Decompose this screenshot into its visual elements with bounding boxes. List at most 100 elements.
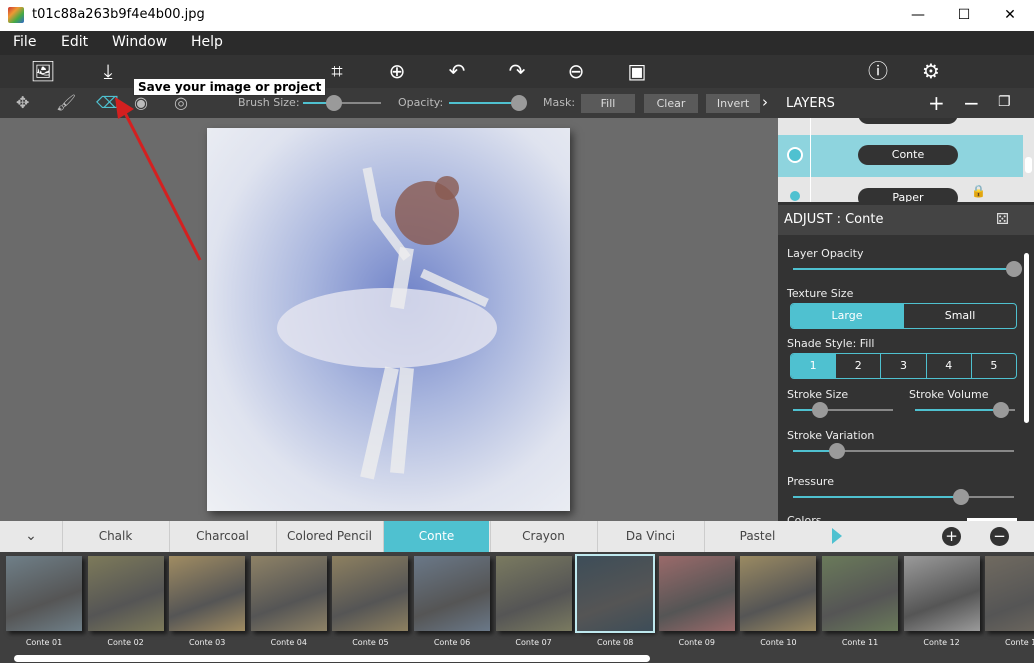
stroke-size-label: Stroke Size [787,388,849,401]
layer-opacity-slider[interactable] [793,261,1022,277]
brush-icon[interactable]: 🖌 [56,93,76,112]
shade-option-5[interactable]: 5 [972,354,1016,378]
preset-thumbnail[interactable] [495,556,572,631]
opacity-slider[interactable] [449,95,527,111]
title-bar: t01c88a263b9f4e4b00.jpg — ☐ ✕ [0,0,1034,31]
settings-icon[interactable]: ⚙ [918,59,944,83]
shade-style-label: Shade Style: Fill [787,337,875,350]
tab-crayon[interactable]: Crayon [490,521,596,552]
adjust-scrollbar[interactable] [1024,253,1029,423]
preset-label: Conte 04 [270,638,307,647]
menu-bar: File Edit Window Help [0,31,1034,55]
preset-label: Conte 05 [352,638,389,647]
tab-colored-pencil[interactable]: Colored Pencil [276,521,382,552]
tab-conte[interactable]: Conte [383,521,489,552]
texture-size-toggle: Large Small [790,303,1017,329]
menu-help[interactable]: Help [191,34,223,50]
layer-pill-above[interactable] [858,118,958,124]
preset-thumbnail[interactable] [740,556,817,631]
stroke-variation-slider[interactable] [793,443,1014,459]
crop-icon[interactable]: ⌗ [324,59,350,83]
minimize-button[interactable]: — [898,4,938,26]
right-panel: LAYERS + − ❐ Conte Paper 🔒 ADJUST : Cont… [778,88,1034,527]
close-button[interactable]: ✕ [990,4,1030,26]
layer-divider [810,118,811,202]
layer-visibility-toggle[interactable] [790,191,800,201]
shade-option-4[interactable]: 4 [927,354,972,378]
preset-thumbnail[interactable] [658,556,735,631]
remove-layer-icon[interactable]: − [963,91,980,115]
layer-opacity-label: Layer Opacity [787,247,864,260]
preset-strip: Conte 01 Conte 02 Conte 03 Conte 04 Conte 05… [0,552,1034,663]
tab-chalk[interactable]: Chalk [62,521,168,552]
zoom-out-icon[interactable]: ⊖ [563,59,589,83]
shade-style-selector: 1 2 3 4 5 [790,353,1017,379]
open-image-icon[interactable]: 🖼 [30,59,56,83]
undo-icon[interactable]: ↶ [444,59,470,83]
randomize-dice-icon[interactable]: ⚄ [996,210,1009,228]
save-icon[interactable]: ⤓ [95,59,121,83]
layers-scrollbar[interactable] [1023,118,1034,202]
canvas-image[interactable] [207,128,570,511]
next-tabs-arrow-icon[interactable] [832,528,842,544]
menu-edit[interactable]: Edit [61,34,88,50]
zoom-in-icon[interactable]: ⊕ [384,59,410,83]
shade-option-3[interactable]: 3 [881,354,927,378]
preset-thumbnail[interactable] [332,556,409,631]
adjust-title: ADJUST : Conte [784,212,884,227]
remove-preset-icon[interactable]: − [990,527,1009,546]
tab-charcoal[interactable]: Charcoal [169,521,275,552]
stroke-volume-slider[interactable] [915,402,1015,418]
mask-invert-button[interactable]: Invert [706,94,760,113]
red-arrow-annotation [115,97,202,261]
preset-thumbnail[interactable] [985,556,1034,631]
collapse-chevron-icon[interactable]: ⌄ [0,521,62,552]
opacity-label: Opacity: [398,96,444,109]
layer-row-conte[interactable]: Conte [778,135,1023,177]
brush-size-label: Brush Size: [238,96,300,109]
preset-label: Conte 02 [107,638,144,647]
preset-thumbnail[interactable] [575,554,656,633]
preset-thumbnail[interactable] [250,556,327,631]
tab-da-vinci[interactable]: Da Vinci [597,521,703,552]
menu-window[interactable]: Window [112,34,167,50]
pressure-slider[interactable] [793,489,1014,505]
mask-label: Mask: [543,96,576,109]
redo-icon[interactable]: ↷ [504,59,530,83]
preset-thumbnail[interactable] [6,556,82,631]
duplicate-layer-icon[interactable]: ❐ [998,94,1011,110]
preset-scrollbar[interactable] [14,655,650,662]
brush-size-slider[interactable] [303,95,381,111]
menu-file[interactable]: File [13,34,36,50]
info-icon[interactable]: ⓘ [865,59,891,83]
tooltip: Save your image or project [133,78,327,96]
tab-pastel[interactable]: Pastel [704,521,810,552]
maximize-button[interactable]: ☐ [944,4,984,26]
move-icon[interactable]: ✥ [16,93,29,112]
preset-thumbnail[interactable] [903,556,980,631]
shade-option-2[interactable]: 2 [836,354,882,378]
layer-name: Conte [858,145,958,165]
chevron-right-icon[interactable]: › [762,93,768,111]
texture-large-button[interactable]: Large [791,304,904,328]
fit-image-icon[interactable]: ▣ [624,59,650,83]
preset-thumbnail[interactable] [169,556,246,631]
layer-visibility-toggle[interactable] [787,147,803,163]
stroke-size-slider[interactable] [793,402,893,418]
texture-small-button[interactable]: Small [904,304,1016,328]
layer-name: Paper [858,188,958,202]
stroke-variation-label: Stroke Variation [787,429,875,442]
shade-option-1[interactable]: 1 [791,354,837,378]
mask-fill-button[interactable]: Fill [581,94,635,113]
add-preset-icon[interactable]: + [942,527,961,546]
adjust-header: ADJUST : Conte ⚄ [778,205,1034,235]
preset-thumbnail[interactable] [87,556,164,631]
preset-thumbnail[interactable] [414,556,490,631]
preset-label: Conte 08 [597,638,634,647]
lock-icon[interactable]: 🔒 [971,184,986,198]
preset-thumbnail[interactable] [822,556,898,631]
mask-clear-button[interactable]: Clear [644,94,698,113]
preset-label: Conte 11 [841,638,879,647]
ballerina-sketch [277,167,497,480]
add-layer-icon[interactable]: + [928,91,945,115]
